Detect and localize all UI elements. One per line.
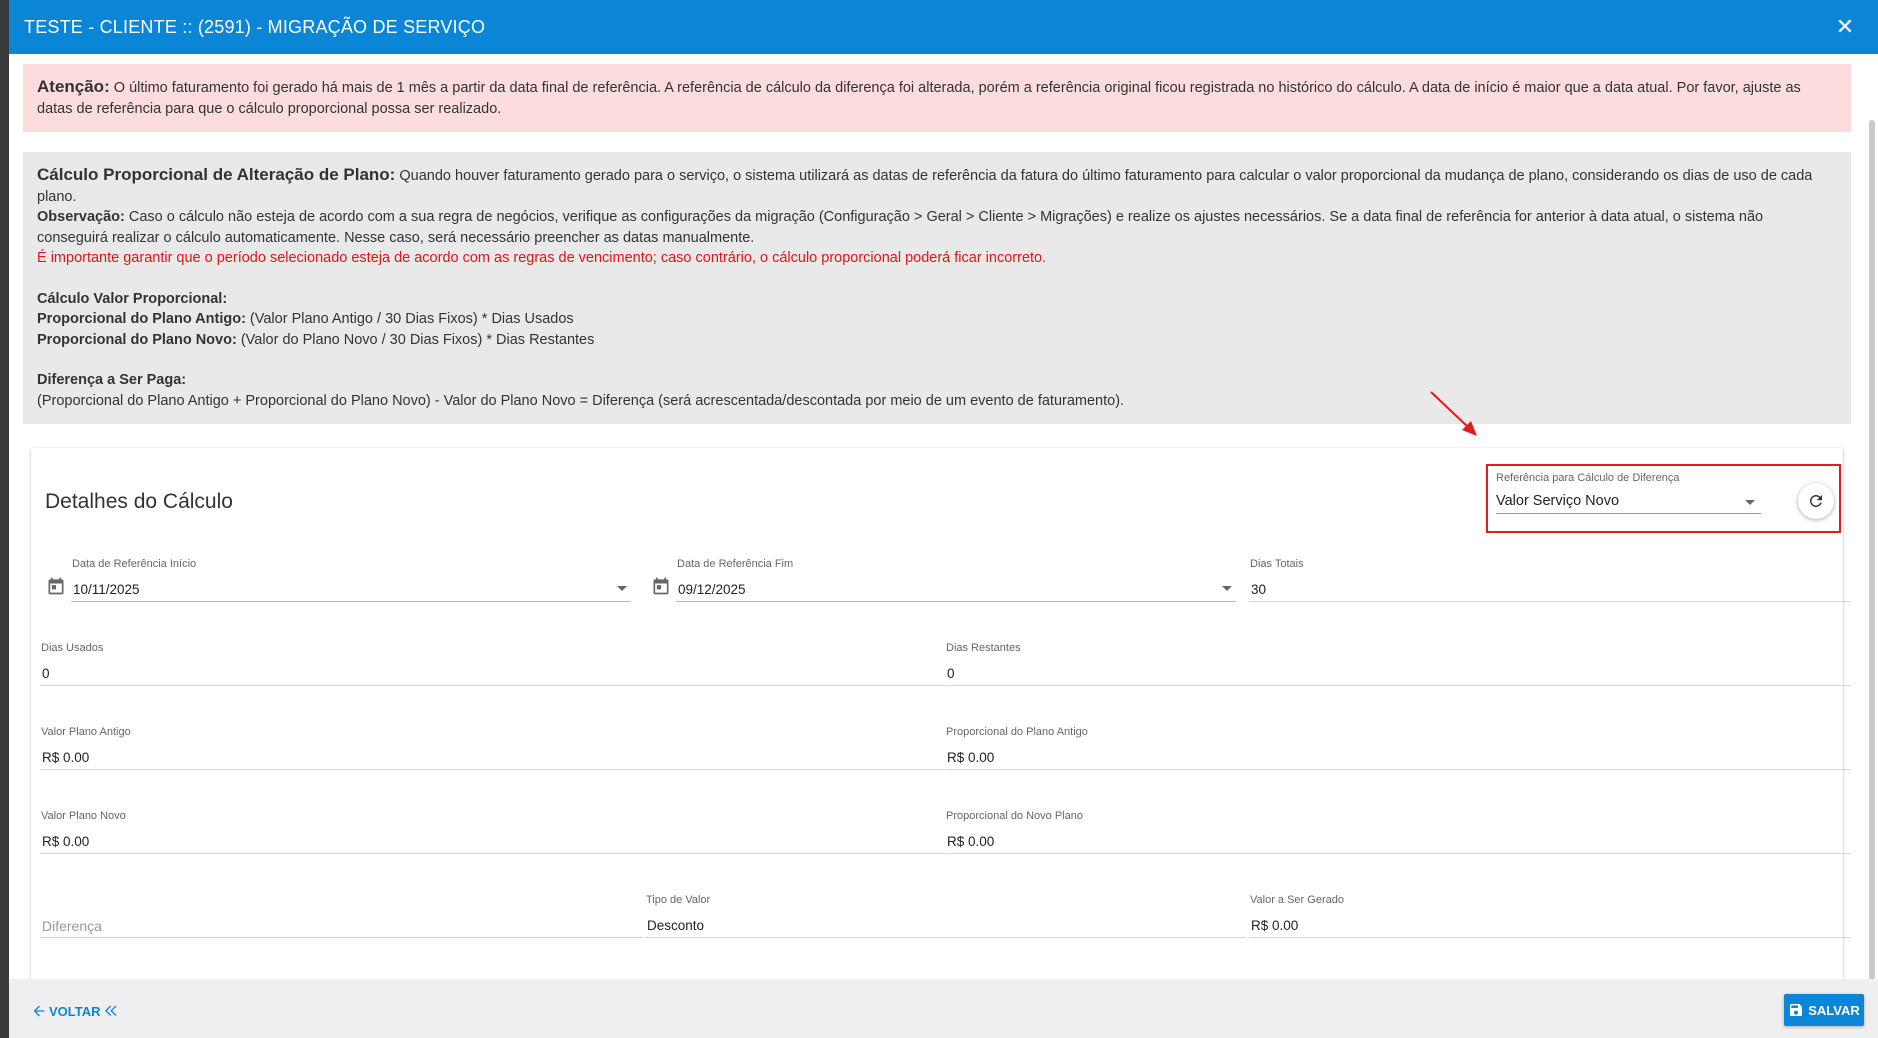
difference-field[interactable]: Diferença xyxy=(40,894,642,942)
end-date-field[interactable]: Data de Referência Fim 09/12/2025 xyxy=(676,558,1236,606)
remaining-days-field[interactable]: Dias Restantes 0 xyxy=(945,642,1851,690)
red-arrow-annotation xyxy=(1430,391,1477,436)
close-icon[interactable]: ✕ xyxy=(1830,14,1860,40)
new-plan-value-field[interactable]: Valor Plano Novo R$ 0.00 xyxy=(40,810,944,858)
value-type-field[interactable]: Tipo de Valor Desconto xyxy=(645,894,1246,942)
back-button[interactable]: VOLTAR xyxy=(31,1003,119,1019)
new-plan-formula: (Valor do Plano Novo / 30 Dias Fixos) * … xyxy=(236,331,595,348)
arrow-left-icon xyxy=(33,1005,45,1017)
value-type-input[interactable]: Desconto xyxy=(645,910,1246,938)
old-plan-formula-label: Proporcional do Plano Antigo: xyxy=(37,311,246,327)
dialog-title: TESTE - CLIENTE :: (2591) - MIGRAÇÃO DE … xyxy=(24,16,486,37)
vertical-scrollbar[interactable] xyxy=(1869,120,1875,980)
end-date-input[interactable]: 09/12/2025 xyxy=(676,574,1236,602)
old-plan-prop-field[interactable]: Proporcional do Plano Antigo R$ 0.00 xyxy=(945,726,1851,774)
dialog-footer: VOLTAR SALVAR xyxy=(9,979,1878,1038)
difference-input[interactable]: Diferença xyxy=(40,910,642,938)
value-type-label: Tipo de Valor xyxy=(646,894,711,906)
refresh-button[interactable] xyxy=(1798,483,1834,519)
old-plan-prop-label: Proporcional do Plano Antigo xyxy=(946,726,1088,738)
calculation-info: Cálculo Proporcional de Alteração de Pla… xyxy=(23,152,1851,424)
details-title: Detalhes do Cálculo xyxy=(45,490,233,513)
old-plan-prop-input[interactable]: R$ 0.00 xyxy=(945,742,1851,770)
calendar-icon[interactable] xyxy=(46,576,66,596)
reference-select[interactable]: Valor Serviço Novo xyxy=(1496,488,1761,514)
calc-title: Cálculo Valor Proporcional: xyxy=(37,290,228,307)
used-days-label: Dias Usados xyxy=(41,642,104,654)
dialog-titlebar: TESTE - CLIENTE :: (2591) - MIGRAÇÃO DE … xyxy=(9,0,1878,54)
chevron-down-icon xyxy=(1745,500,1755,505)
calendar-icon[interactable] xyxy=(651,576,671,596)
alert-heading: Atenção: xyxy=(37,77,110,96)
alert-text: O último faturamento foi gerado há mais … xyxy=(37,80,1801,117)
new-plan-prop-field[interactable]: Proporcional do Novo Plano R$ 0.00 xyxy=(945,810,1851,858)
back-label: VOLTAR xyxy=(49,1003,101,1019)
new-plan-prop-input[interactable]: R$ 0.00 xyxy=(945,826,1851,854)
diff-title: Diferença a Ser Paga: xyxy=(37,372,187,388)
chevron-down-icon xyxy=(1222,586,1232,591)
start-date-label: Data de Referência Início xyxy=(72,558,197,570)
start-date-input[interactable]: 10/11/2025 xyxy=(71,574,631,602)
old-plan-value-field[interactable]: Valor Plano Antigo R$ 0.00 xyxy=(40,726,944,774)
diff-formula: (Proporcional do Plano Antigo + Proporci… xyxy=(37,392,1125,409)
dialog-content: Atenção: O último faturamento foi gerado… xyxy=(9,54,1865,983)
save-button[interactable]: SALVAR xyxy=(1784,994,1864,1026)
chevron-down-icon xyxy=(617,586,627,591)
new-plan-value-label: Valor Plano Novo xyxy=(41,810,126,822)
migration-dialog: TESTE - CLIENTE :: (2591) - MIGRAÇÃO DE … xyxy=(9,0,1878,1038)
remaining-days-label: Dias Restantes xyxy=(946,642,1021,654)
reference-select-highlight: Referência para Cálculo de Diferença Val… xyxy=(1486,464,1841,533)
total-days-input[interactable]: 30 xyxy=(1249,574,1851,602)
total-days-field[interactable]: Dias Totais 30 xyxy=(1249,558,1851,606)
old-plan-value-label: Valor Plano Antigo xyxy=(41,726,131,738)
value-generated-input[interactable]: R$ 0.00 xyxy=(1249,910,1851,938)
refresh-icon xyxy=(1809,495,1822,507)
obs-label: Observação: xyxy=(37,209,125,225)
warning-text: É importante garantir que o período sele… xyxy=(37,250,1047,266)
obs-text: Caso o cálculo não esteja de acordo com … xyxy=(37,209,1764,246)
new-plan-value-input[interactable]: R$ 0.00 xyxy=(40,826,944,854)
remaining-days-input[interactable]: 0 xyxy=(945,658,1851,686)
double-chevron-left-icon xyxy=(104,1005,117,1017)
used-days-field[interactable]: Dias Usados 0 xyxy=(40,642,944,690)
reference-select-value: Valor Serviço Novo xyxy=(1496,493,1620,509)
old-plan-value-input[interactable]: R$ 0.00 xyxy=(40,742,944,770)
new-plan-prop-label: Proporcional do Novo Plano xyxy=(946,810,1083,822)
start-date-field[interactable]: Data de Referência Início 10/11/2025 xyxy=(71,558,631,606)
new-plan-formula-label: Proporcional do Plano Novo: xyxy=(37,331,237,348)
attention-alert: Atenção: O último faturamento foi gerado… xyxy=(23,64,1851,132)
end-date-label: Data de Referência Fim xyxy=(677,558,794,570)
old-plan-formula: (Valor Plano Antigo / 30 Dias Fixos) * D… xyxy=(245,311,574,327)
save-icon xyxy=(1790,1004,1803,1016)
value-generated-label: Valor a Ser Gerado xyxy=(1250,894,1344,906)
reference-select-label: Referência para Cálculo de Diferença xyxy=(1496,472,1680,484)
save-label: SALVAR xyxy=(1808,1002,1860,1018)
total-days-label: Dias Totais xyxy=(1250,558,1304,570)
info-heading: Cálculo Proporcional de Alteração de Pla… xyxy=(37,165,396,184)
value-generated-field[interactable]: Valor a Ser Gerado R$ 0.00 xyxy=(1249,894,1851,942)
calculation-details-card: Detalhes do Cálculo Referência para Cálc… xyxy=(31,448,1851,983)
used-days-input[interactable]: 0 xyxy=(40,658,944,686)
